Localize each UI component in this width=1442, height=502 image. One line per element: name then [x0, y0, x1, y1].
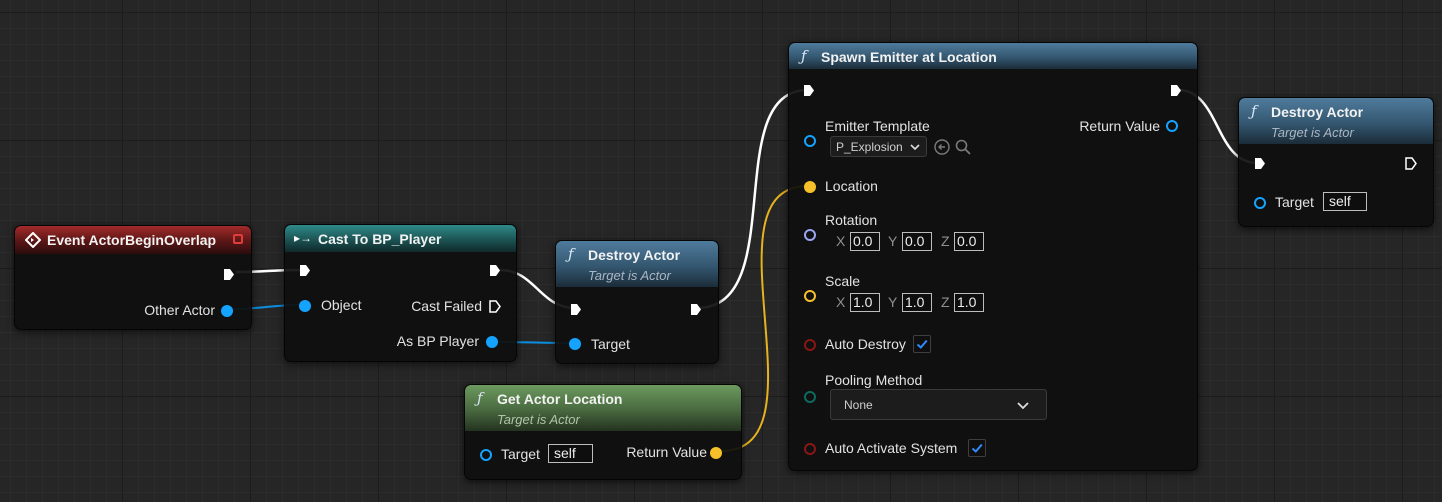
delegate-square-icon[interactable] — [233, 234, 243, 244]
node-cast-to-bp-player[interactable]: ▸→ Cast To BP_Player Object Cast Failed … — [284, 224, 517, 362]
rotator-pin-rotation[interactable] — [804, 229, 816, 241]
node-title: Destroy Actor — [588, 247, 681, 263]
pin-label-target: Target — [501, 446, 540, 462]
node-title: Cast To BP_Player — [318, 231, 442, 247]
checkmark-icon — [971, 443, 983, 453]
node-destroy-actor-2[interactable]: ƒ Destroy Actor Target is Actor Target s… — [1238, 97, 1434, 227]
scale-x-label: X — [836, 294, 846, 310]
rotation-z-label: Z — [941, 233, 950, 249]
vector-pin-scale[interactable] — [804, 290, 816, 302]
exec-in-pin[interactable] — [299, 264, 311, 277]
object-pin-as-bp-player[interactable] — [486, 336, 498, 348]
auto-activate-checkbox[interactable] — [968, 439, 986, 457]
target-self-field[interactable]: self — [548, 444, 593, 463]
pin-label-location: Location — [825, 178, 878, 194]
node-title: Event ActorBeginOverlap — [47, 232, 217, 248]
exec-in-pin[interactable] — [1254, 157, 1266, 170]
browse-arrow-icon[interactable] — [934, 139, 950, 155]
bool-pin-auto-destroy[interactable] — [804, 339, 816, 351]
rotation-z-field[interactable]: 0.0 — [954, 232, 984, 251]
checkmark-icon — [916, 339, 928, 349]
emitter-template-value: P_Explosion — [836, 140, 903, 154]
node-spawn-emitter-at-location[interactable]: ƒ Spawn Emitter at Location Emitter Temp… — [788, 42, 1198, 471]
rotation-y-label: Y — [888, 233, 898, 249]
target-self-field[interactable]: self — [1323, 192, 1367, 211]
exec-out-pin[interactable] — [1405, 157, 1417, 170]
node-destroy-actor-1[interactable]: ƒ Destroy Actor Target is Actor Target — [555, 240, 719, 364]
cast-arrows-icon: ▸→ — [294, 231, 313, 245]
object-pin-return-value[interactable] — [1166, 120, 1178, 132]
function-f-icon: ƒ — [568, 245, 574, 263]
pin-label-as-bp-player: As BP Player — [396, 333, 479, 349]
pin-label-auto-activate-system: Auto Activate System — [825, 440, 958, 456]
rotation-x-field[interactable]: 0.0 — [850, 232, 880, 251]
scale-x-field[interactable]: 1.0 — [850, 293, 880, 312]
node-event-actor-begin-overlap[interactable]: Event ActorBeginOverlap Other Actor — [14, 225, 252, 330]
pin-label-pooling-method: Pooling Method — [825, 372, 923, 388]
object-pin-other-actor[interactable] — [221, 305, 233, 317]
pin-label-emitter-template: Emitter Template — [825, 118, 930, 134]
exec-out-pin[interactable] — [690, 303, 702, 316]
pin-label-target: Target — [1275, 194, 1314, 210]
pin-label-object: Object — [321, 297, 362, 313]
object-pin-emitter-template[interactable] — [804, 135, 816, 147]
chevron-down-icon — [1017, 402, 1029, 409]
enum-pin-pooling-method[interactable] — [804, 391, 816, 403]
exec-out-pin[interactable] — [1170, 84, 1182, 97]
function-f-icon: ƒ — [801, 47, 807, 65]
function-f-icon: ƒ — [1251, 102, 1257, 120]
function-f-icon: ƒ — [477, 389, 483, 407]
exec-out-pin[interactable] — [489, 264, 501, 277]
vector-pin-location[interactable] — [804, 181, 816, 193]
rotation-y-field[interactable]: 0.0 — [902, 232, 932, 251]
emitter-template-dropdown[interactable]: P_Explosion — [830, 136, 927, 157]
bool-pin-auto-activate[interactable] — [804, 443, 816, 455]
node-header: ƒ Get Actor Location Target is Actor — [465, 385, 741, 431]
node-header: ▸→ Cast To BP_Player — [285, 225, 516, 252]
scale-z-label: Z — [941, 294, 950, 310]
vector-pin-return-value[interactable] — [710, 447, 722, 459]
auto-destroy-checkbox[interactable] — [913, 335, 931, 353]
node-get-actor-location[interactable]: ƒ Get Actor Location Target is Actor Tar… — [464, 384, 742, 480]
node-header: ƒ Spawn Emitter at Location — [789, 43, 1197, 69]
object-pin-target[interactable] — [480, 449, 492, 461]
pin-label-auto-destroy: Auto Destroy — [825, 336, 906, 352]
event-diamond-icon — [25, 232, 41, 248]
pin-label-rotation: Rotation — [825, 212, 878, 228]
pin-label-cast-failed: Cast Failed — [411, 298, 482, 314]
pin-label-scale: Scale — [825, 273, 861, 289]
search-icon[interactable] — [955, 139, 971, 155]
exec-in-pin[interactable] — [803, 84, 815, 97]
scale-z-field[interactable]: 1.0 — [954, 293, 984, 312]
exec-out-pin-cast-failed[interactable] — [489, 300, 501, 313]
object-pin-object[interactable] — [299, 300, 311, 312]
pin-label-return-value: Return Value — [1079, 118, 1160, 134]
exec-out-pin[interactable] — [223, 268, 235, 281]
node-subtitle: Target is Actor — [497, 412, 580, 427]
node-subtitle: Target is Actor — [1271, 125, 1354, 140]
scale-y-label: Y — [888, 294, 898, 310]
node-header: Event ActorBeginOverlap — [15, 226, 251, 254]
pin-label-return-value: Return Value — [626, 444, 707, 460]
object-pin-target[interactable] — [569, 338, 581, 350]
node-title: Spawn Emitter at Location — [821, 49, 997, 65]
pin-label-target: Target — [591, 336, 630, 352]
pooling-method-value: None — [844, 398, 873, 412]
exec-in-pin[interactable] — [570, 303, 582, 316]
chevron-down-icon — [910, 144, 920, 150]
rotation-x-label: X — [836, 233, 846, 249]
node-title: Get Actor Location — [497, 391, 623, 407]
pin-label-other-actor: Other Actor — [144, 302, 215, 318]
pooling-method-dropdown[interactable]: None — [830, 389, 1047, 420]
node-title: Destroy Actor — [1271, 104, 1364, 120]
node-subtitle: Target is Actor — [588, 268, 671, 283]
node-header: ƒ Destroy Actor Target is Actor — [1239, 98, 1433, 144]
node-header: ƒ Destroy Actor Target is Actor — [556, 241, 718, 287]
object-pin-target[interactable] — [1254, 197, 1266, 209]
scale-y-field[interactable]: 1.0 — [902, 293, 932, 312]
